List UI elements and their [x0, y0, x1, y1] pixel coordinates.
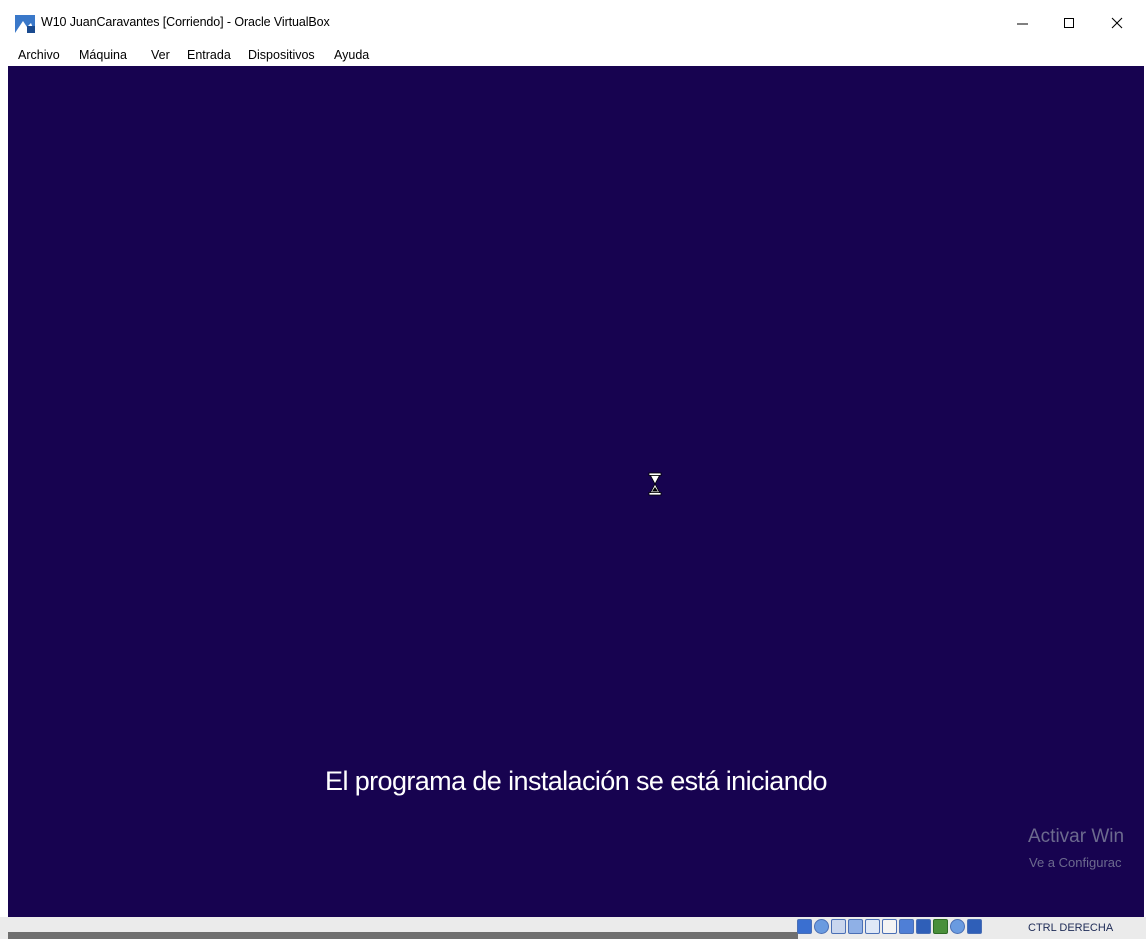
menu-ver[interactable]: Ver — [151, 48, 170, 62]
window-title: W10 JuanCaravantes [Corriendo] - Oracle … — [41, 15, 330, 29]
usb-icon[interactable] — [865, 919, 880, 934]
hourglass-icon — [648, 472, 662, 496]
keyboard-icon[interactable] — [967, 919, 982, 934]
mouse-integration-icon[interactable] — [950, 919, 965, 934]
display-icon[interactable] — [899, 919, 914, 934]
vm-display[interactable]: El programa de instalación se está inici… — [8, 66, 1144, 917]
menu-archivo[interactable]: Archivo — [18, 48, 60, 62]
cpu-icon[interactable] — [933, 919, 948, 934]
hard-disk-icon[interactable] — [797, 919, 812, 934]
host-key-label: CTRL DERECHA — [1028, 922, 1114, 934]
menu-ayuda[interactable]: Ayuda — [334, 48, 369, 62]
menu-dispositivos[interactable]: Dispositivos — [248, 48, 315, 62]
menu-bar: Archivo Máquina Ver Entrada Dispositivos… — [0, 46, 1146, 66]
maximize-button[interactable] — [1046, 0, 1092, 46]
optical-drive-icon[interactable] — [814, 919, 829, 934]
host-taskbar-strip — [8, 932, 798, 939]
activate-windows-watermark-title: Activar Win — [1028, 826, 1125, 847]
setup-status-text: El programa de instalación se está inici… — [325, 766, 828, 796]
activate-windows-watermark-subtitle: Ve a Configurac — [1029, 855, 1122, 870]
menu-entrada[interactable]: Entrada — [187, 48, 231, 62]
close-button[interactable] — [1094, 0, 1140, 46]
maximize-icon — [1064, 18, 1074, 28]
close-icon — [1111, 17, 1123, 29]
menu-maquina[interactable]: Máquina — [79, 48, 127, 62]
title-bar[interactable]: W10 JuanCaravantes [Corriendo] - Oracle … — [0, 0, 1146, 46]
shared-folders-icon[interactable] — [882, 919, 897, 934]
audio-icon[interactable] — [831, 919, 846, 934]
minimize-button[interactable] — [1000, 0, 1046, 46]
status-icons — [797, 919, 982, 937]
virtualbox-app-icon — [15, 15, 35, 33]
network-icon[interactable] — [848, 919, 863, 934]
minimize-icon — [1017, 23, 1028, 25]
video-capture-icon[interactable] — [916, 919, 931, 934]
